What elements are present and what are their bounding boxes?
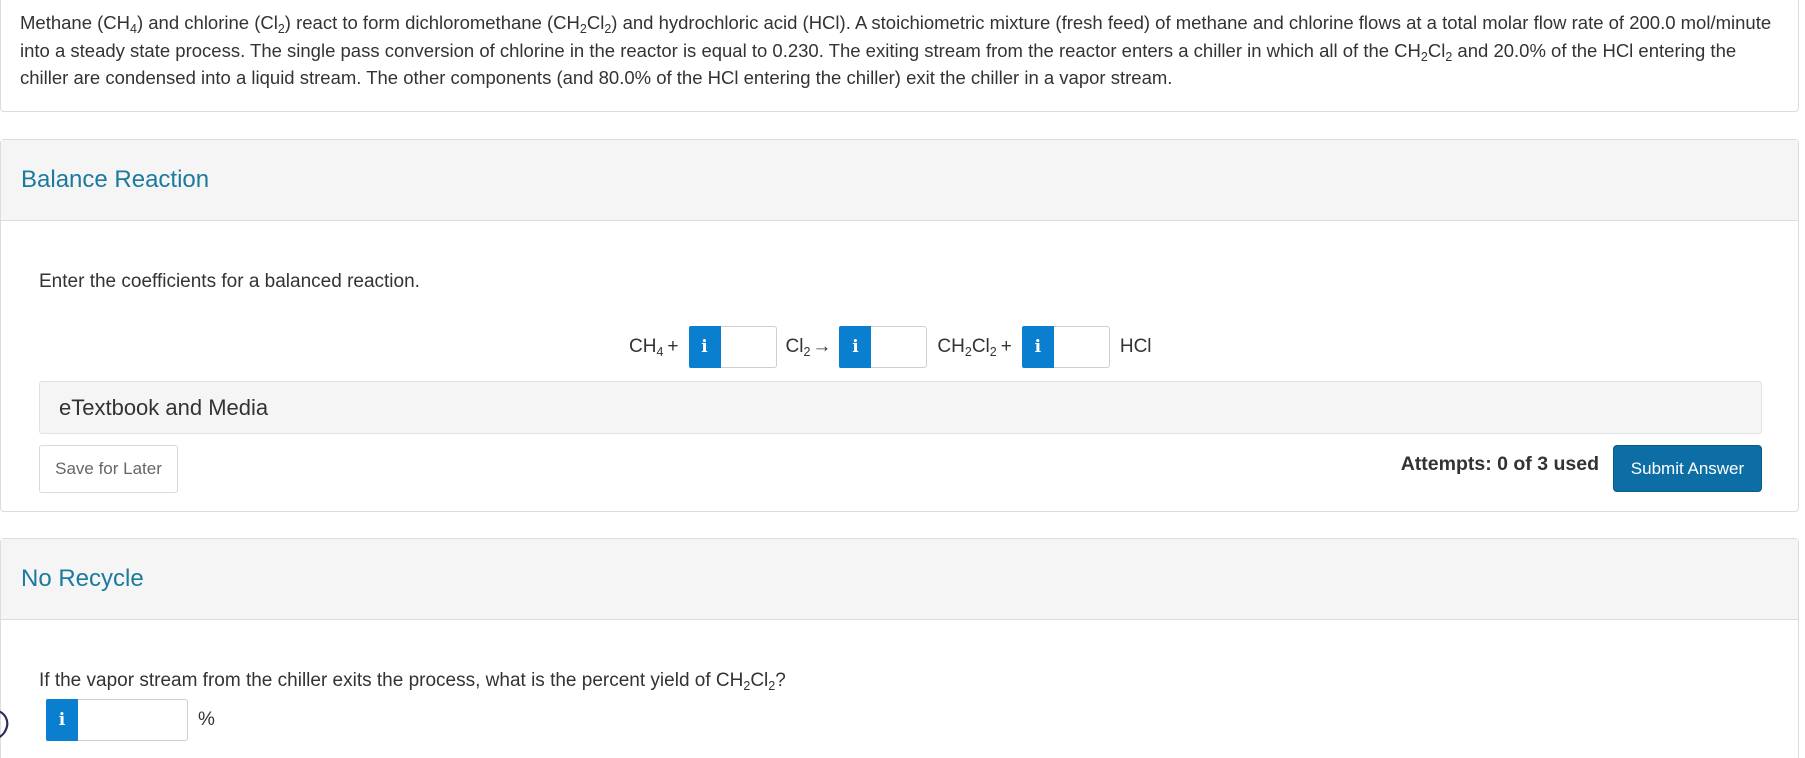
prompt-text: If the vapor stream from the chiller exi… bbox=[39, 670, 744, 691]
percent-yield-input[interactable] bbox=[78, 699, 188, 741]
prompt-text: Cl bbox=[750, 670, 769, 691]
save-for-later-button[interactable]: Save for Later bbox=[39, 445, 178, 493]
card-header: No Recycle bbox=[1, 539, 1798, 620]
attempts-counter: Attempts: 0 of 3 used bbox=[1400, 453, 1599, 475]
balance-reaction-card: Balance Reaction Enter the coefficients … bbox=[0, 139, 1799, 512]
coefficient-hcl-group: i bbox=[1021, 326, 1110, 368]
coefficient-cl2-group: i bbox=[688, 326, 777, 368]
subscript: 4 bbox=[130, 22, 137, 36]
prompt-text: ? bbox=[775, 670, 786, 691]
reaction-arrow: → bbox=[812, 336, 832, 357]
card-header: Balance Reaction bbox=[1, 140, 1798, 221]
info-icon[interactable]: i bbox=[1021, 326, 1054, 368]
cl2-term: Cl2 → bbox=[786, 336, 832, 358]
submit-answer-button[interactable]: Submit Answer bbox=[1613, 445, 1762, 492]
reaction-equation: CH4 + i Cl2 → i CH2Cl2 + i HCl bbox=[629, 326, 1152, 368]
info-icon[interactable]: i bbox=[46, 699, 78, 741]
problem-text: Methane (CH bbox=[20, 12, 131, 33]
coefficient-hcl-input[interactable] bbox=[1053, 326, 1110, 368]
problem-text: Cl bbox=[1427, 39, 1446, 61]
subscript: 2 bbox=[277, 22, 285, 36]
coefficient-ch2cl2-input[interactable] bbox=[871, 326, 928, 368]
problem-text: Cl bbox=[586, 12, 605, 33]
formula-text: Cl bbox=[971, 336, 990, 357]
pen-cursor-icon bbox=[0, 710, 9, 739]
subscript: 2 bbox=[1420, 49, 1428, 64]
info-icon[interactable]: i bbox=[688, 326, 721, 368]
plus-sign: + bbox=[1000, 336, 1012, 357]
question-prompt: Enter the coefficients for a balanced re… bbox=[39, 271, 420, 292]
problem-text: ) and chlorine (Cl bbox=[136, 12, 278, 33]
plus-sign: + bbox=[667, 336, 679, 357]
subscript: 2 bbox=[803, 345, 811, 359]
card-title: No Recycle bbox=[21, 565, 144, 592]
formula-text: CH bbox=[629, 336, 657, 357]
percent-yield-group: i % bbox=[46, 699, 215, 741]
problem-statement: Methane (CH4) and chlorine (Cl2) react t… bbox=[0, 0, 1799, 112]
problem-text: ) react to form dichloromethane (CH bbox=[284, 12, 580, 33]
formula-text: CH bbox=[937, 336, 965, 357]
info-icon[interactable]: i bbox=[839, 326, 872, 368]
hcl-term: HCl bbox=[1119, 336, 1152, 357]
ch2cl2-term: CH2Cl2 + bbox=[937, 336, 1011, 358]
etextbook-media-toggle[interactable]: eTextbook and Media bbox=[39, 381, 1762, 434]
subscript: 2 bbox=[989, 345, 997, 359]
formula-text: Cl bbox=[785, 336, 804, 357]
card-title: Balance Reaction bbox=[21, 166, 210, 193]
subscript: 4 bbox=[656, 345, 664, 359]
question-prompt: If the vapor stream from the chiller exi… bbox=[39, 670, 786, 692]
no-recycle-card: No Recycle If the vapor stream from the … bbox=[0, 538, 1799, 758]
coefficient-ch2cl2-group: i bbox=[839, 326, 928, 368]
coefficient-cl2-input[interactable] bbox=[720, 326, 777, 368]
subscript: 2 bbox=[579, 22, 587, 36]
ch4-term: CH4 + bbox=[629, 336, 679, 358]
unit-label: % bbox=[198, 709, 215, 730]
subscript: 2 bbox=[964, 345, 972, 359]
